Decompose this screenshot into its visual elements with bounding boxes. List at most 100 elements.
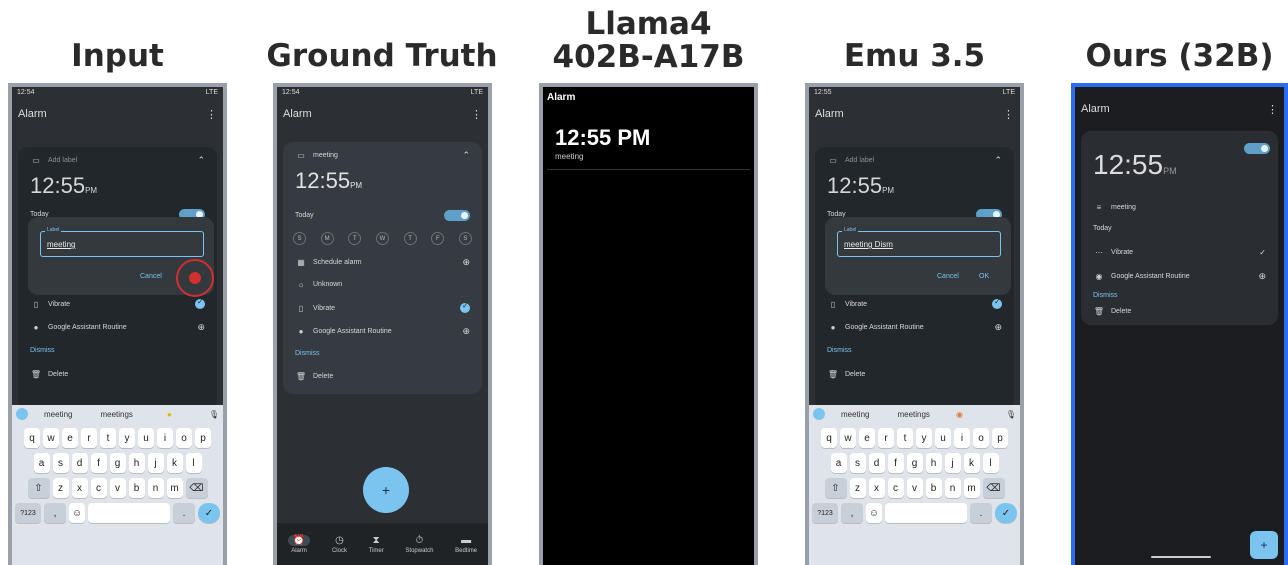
cancel-button[interactable]: Cancel [140, 273, 162, 280]
more-icon[interactable]: ⋮ [1003, 108, 1014, 121]
vibrate-row[interactable]: ▯ Vibrate [295, 301, 470, 313]
assistant-row[interactable]: ◉ Google Assistant Routine ⊕ [1093, 271, 1267, 282]
key[interactable]: s [52, 453, 69, 473]
collapse-icon[interactable]: ⌃ [994, 155, 1002, 166]
key[interactable]: z [52, 478, 69, 498]
vibrate-check-icon[interactable] [195, 297, 205, 309]
label-field[interactable]: Label meeting Dism [837, 227, 1001, 257]
schedule-row[interactable]: ▦ Schedule alarm ⊕ [295, 257, 470, 268]
period-key[interactable]: . [173, 503, 195, 523]
key[interactable]: n [944, 478, 961, 498]
vibrate-row[interactable]: ⋯ Vibrate ✓ [1093, 248, 1266, 257]
done-key-icon[interactable]: ✓ [995, 503, 1017, 523]
label-field[interactable]: Label meeting [40, 227, 204, 257]
key[interactable]: j [944, 453, 961, 473]
key[interactable]: r [81, 428, 97, 448]
assistant-row[interactable]: ● Google Assistant Routine ⊕ [295, 326, 470, 337]
alarm-card[interactable]: ▭ meeting ⌃ 12:55PM Today S M T W T F S … [283, 142, 482, 394]
add-label-row[interactable]: ▭ Add label ⌃ [30, 155, 205, 166]
key[interactable]: w [840, 428, 856, 448]
key[interactable]: a [33, 453, 50, 473]
nav-bedtime[interactable]: ▬ Bedtime [455, 535, 477, 554]
suggestion-2[interactable]: meetings [100, 410, 132, 419]
key[interactable]: i [954, 428, 970, 448]
key[interactable]: r [878, 428, 894, 448]
nav-clock[interactable]: ◷ Clock [332, 535, 347, 554]
key[interactable]: z [849, 478, 866, 498]
key[interactable]: l [982, 453, 999, 473]
space-key[interactable] [88, 503, 170, 523]
mic-icon[interactable]: 🎙 [1006, 410, 1016, 419]
day-chip[interactable]: W [375, 232, 389, 245]
more-icon[interactable]: ⋮ [471, 108, 482, 121]
suggestion-1[interactable]: meeting [44, 410, 72, 419]
ok-button[interactable]: OK [979, 273, 989, 280]
backspace-key-icon[interactable]: ⌫ [185, 478, 208, 498]
vibrate-row[interactable]: ▯ Vibrate [30, 297, 205, 309]
key[interactable]: d [868, 453, 885, 473]
alarm-toggle[interactable] [1244, 143, 1270, 154]
more-icon[interactable]: ⋮ [1267, 103, 1278, 116]
dismiss-row[interactable]: Dismiss [30, 347, 205, 354]
key[interactable]: x [868, 478, 885, 498]
key[interactable]: a [830, 453, 847, 473]
day-chip[interactable]: T [403, 232, 417, 245]
key[interactable]: e [62, 428, 78, 448]
day-chip[interactable]: M [320, 232, 334, 245]
key[interactable]: k [963, 453, 980, 473]
ringtone-row[interactable]: ☼ Unknown [295, 280, 470, 289]
key[interactable]: y [916, 428, 932, 448]
delete-row[interactable]: 🗑 Delete [295, 372, 470, 381]
key[interactable]: v [109, 478, 126, 498]
suggestion-expand-icon[interactable] [813, 408, 825, 420]
alarm-time[interactable]: 12:55PM [295, 168, 362, 194]
key[interactable]: h [925, 453, 942, 473]
day-chip[interactable]: T [348, 232, 362, 245]
emoji-key-icon[interactable]: ☺ [866, 503, 882, 523]
key[interactable]: p [992, 428, 1008, 448]
key[interactable]: v [906, 478, 923, 498]
dismiss-row[interactable]: Dismiss [827, 347, 1002, 354]
add-alarm-fab[interactable]: + [363, 467, 409, 513]
period-key[interactable]: . [970, 503, 992, 523]
key[interactable]: h [128, 453, 145, 473]
done-key-icon[interactable]: ✓ [198, 503, 220, 523]
key[interactable]: m [963, 478, 980, 498]
alarm-toggle[interactable] [444, 210, 470, 221]
label-row[interactable]: ≡ meeting [1093, 203, 1266, 212]
add-label-row[interactable]: ▭ Add label ⌃ [827, 155, 1002, 166]
alarm-time[interactable]: 12:55PM [1093, 149, 1177, 181]
key[interactable]: y [119, 428, 135, 448]
alarm-card[interactable]: 12:55PM ≡ meeting Today ⋯ Vibrate ✓ ◉ Go… [1081, 131, 1278, 325]
shift-key-icon[interactable]: ⇧ [27, 478, 50, 498]
add-routine-icon[interactable]: ⊕ [462, 326, 470, 337]
mic-icon[interactable]: 🎙 [209, 410, 219, 419]
key[interactable]: o [973, 428, 989, 448]
collapse-icon[interactable]: ⌃ [462, 150, 470, 161]
key[interactable]: p [195, 428, 211, 448]
key[interactable]: g [906, 453, 923, 473]
dismiss-row[interactable]: Dismiss [1093, 292, 1266, 299]
add-schedule-icon[interactable]: ⊕ [462, 257, 470, 268]
sticker-suggestion-icon[interactable]: ◉ [956, 410, 963, 419]
more-icon[interactable]: ⋮ [206, 108, 217, 121]
key[interactable]: x [71, 478, 88, 498]
collapse-icon[interactable]: ⌃ [197, 155, 205, 166]
label-row[interactable]: ▭ meeting ⌃ [295, 150, 470, 161]
key[interactable]: j [147, 453, 164, 473]
delete-row[interactable]: 🗑 Delete [30, 370, 205, 379]
key[interactable]: c [887, 478, 904, 498]
key[interactable]: t [100, 428, 116, 448]
add-routine-icon[interactable]: ⊕ [1258, 271, 1266, 282]
nav-alarm[interactable]: ⏰ Alarm [287, 534, 311, 554]
add-routine-icon[interactable]: ⊕ [197, 322, 205, 333]
key[interactable]: k [166, 453, 183, 473]
key[interactable]: u [935, 428, 951, 448]
key[interactable]: d [71, 453, 88, 473]
alarm-time[interactable]: 12:55PM [827, 173, 894, 199]
key[interactable]: s [849, 453, 866, 473]
alarm-time[interactable]: 12:55 PM [555, 125, 650, 151]
key[interactable]: e [859, 428, 875, 448]
key[interactable]: i [157, 428, 173, 448]
key[interactable]: u [138, 428, 154, 448]
